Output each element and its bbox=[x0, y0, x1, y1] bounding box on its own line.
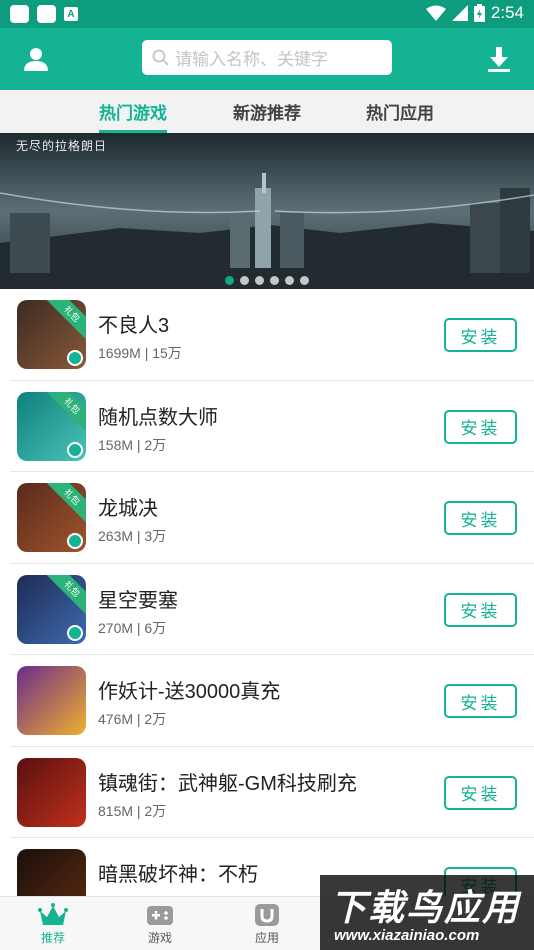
banner-title: 无尽的拉格朗日 bbox=[16, 139, 108, 153]
nav-label: 应用 bbox=[254, 930, 279, 945]
search-placeholder: 请输入名称、关键字 bbox=[175, 50, 328, 69]
category-tabs: 热门游戏 新游推荐 热门应用 bbox=[0, 90, 534, 133]
app-name: 龙城决 bbox=[98, 498, 158, 520]
install-button[interactable]: 安装 bbox=[444, 318, 517, 352]
battery-icon bbox=[473, 4, 485, 22]
app-name: 不良人3 bbox=[98, 315, 170, 337]
watermark: 下载鸟应用 www.xiazainiao.com bbox=[320, 875, 534, 950]
gift-badge: 礼包 bbox=[46, 300, 86, 340]
list-item[interactable]: 礼包 星空要塞 270M | 6万 安装 bbox=[10, 564, 534, 655]
list-item[interactable]: 作妖计-送30000真充 476M | 2万 安装 bbox=[10, 655, 534, 747]
app-list: 礼包 不良人3 1699M | 15万 安装 礼包 随机点数大师 158M | … bbox=[10, 289, 534, 930]
app-meta: 815M | 2万 bbox=[98, 802, 167, 819]
app-icon: 礼包 bbox=[17, 391, 86, 461]
app-icon: 礼包 bbox=[17, 483, 86, 552]
app-icon: 礼包 bbox=[17, 300, 86, 369]
app-meta: 1699M | 15万 bbox=[98, 345, 182, 361]
verified-badge-icon bbox=[67, 533, 83, 549]
carousel-dot[interactable] bbox=[225, 276, 234, 285]
install-button[interactable]: 安装 bbox=[444, 775, 517, 810]
app-name: 镇魂街：武神躯-GM科技刷充 bbox=[98, 772, 357, 795]
search-box[interactable]: 请输入名称、关键字 bbox=[142, 40, 392, 75]
app-name: 随机点数大师 bbox=[98, 406, 218, 429]
clock: 2:54 bbox=[490, 3, 524, 22]
list-item[interactable]: 镇魂街：武神躯-GM科技刷充 815M | 2万 安装 bbox=[10, 747, 534, 838]
list-item[interactable]: 礼包 随机点数大师 158M | 2万 安装 bbox=[10, 381, 534, 472]
tab-hot-apps[interactable]: 热门应用 bbox=[365, 90, 435, 133]
nav-apps[interactable]: 应用 bbox=[217, 897, 317, 950]
tab-new-games[interactable]: 新游推荐 bbox=[232, 90, 302, 133]
top-bar: 请输入名称、关键字 bbox=[0, 28, 534, 90]
install-button[interactable]: 安装 bbox=[444, 592, 517, 627]
carousel-dot[interactable] bbox=[240, 276, 249, 285]
watermark-url: www.xiazainiao.com bbox=[334, 927, 480, 944]
app-icon bbox=[17, 666, 86, 735]
nav-recommend[interactable]: 推荐 bbox=[3, 897, 103, 950]
status-bar: A 2:54 bbox=[0, 0, 534, 28]
nav-games[interactable]: 游戏 bbox=[110, 897, 210, 950]
banner-carousel[interactable]: 无尽的拉格朗日 bbox=[0, 133, 534, 289]
list-item[interactable]: 礼包 不良人3 1699M | 15万 安装 bbox=[10, 289, 534, 381]
list-item[interactable]: 礼包 龙城决 263M | 3万 安装 bbox=[10, 472, 534, 564]
carousel-dot[interactable] bbox=[285, 276, 294, 285]
carousel-dot[interactable] bbox=[300, 276, 309, 285]
gift-badge: 礼包 bbox=[46, 391, 86, 431]
nav-label: 游戏 bbox=[147, 930, 172, 945]
user-icon[interactable] bbox=[22, 45, 50, 73]
signal-icon bbox=[451, 5, 468, 21]
search-icon bbox=[152, 49, 169, 66]
magnet-icon bbox=[255, 903, 279, 926]
gamepad-icon bbox=[147, 905, 173, 925]
gift-badge: 礼包 bbox=[46, 483, 86, 523]
gift-badge: 礼包 bbox=[46, 574, 86, 614]
notification-icon bbox=[10, 5, 29, 23]
tab-hot-games[interactable]: 热门游戏 bbox=[99, 90, 167, 133]
app-name: 作妖计-送30000真充 bbox=[98, 681, 281, 703]
install-button[interactable]: 安装 bbox=[444, 501, 517, 535]
app-name: 暗黑破坏神：不朽 bbox=[98, 864, 258, 886]
carousel-dot[interactable] bbox=[255, 276, 264, 285]
verified-badge-icon bbox=[67, 624, 83, 641]
download-icon[interactable] bbox=[486, 45, 512, 73]
install-button[interactable]: 安装 bbox=[444, 684, 517, 718]
banner-image bbox=[0, 133, 534, 289]
install-button[interactable]: 安装 bbox=[444, 409, 517, 444]
app-icon: 礼包 bbox=[17, 574, 86, 644]
notification-icon: A bbox=[64, 7, 78, 21]
app-name: 星空要塞 bbox=[98, 589, 178, 612]
app-meta: 476M | 2万 bbox=[98, 711, 167, 727]
wifi-icon bbox=[425, 5, 446, 21]
crown-icon bbox=[38, 902, 68, 925]
app-meta: 158M | 2万 bbox=[98, 436, 167, 453]
watermark-title: 下载鸟应用 bbox=[330, 887, 521, 928]
carousel-dots bbox=[225, 276, 309, 285]
app-icon bbox=[17, 757, 86, 827]
app-meta: 270M | 6万 bbox=[98, 619, 167, 636]
notification-icon bbox=[37, 5, 56, 23]
carousel-dot[interactable] bbox=[270, 276, 279, 285]
nav-label: 推荐 bbox=[40, 930, 65, 945]
verified-badge-icon bbox=[67, 350, 83, 366]
app-meta: 263M | 3万 bbox=[98, 528, 167, 544]
verified-badge-icon bbox=[67, 441, 83, 458]
